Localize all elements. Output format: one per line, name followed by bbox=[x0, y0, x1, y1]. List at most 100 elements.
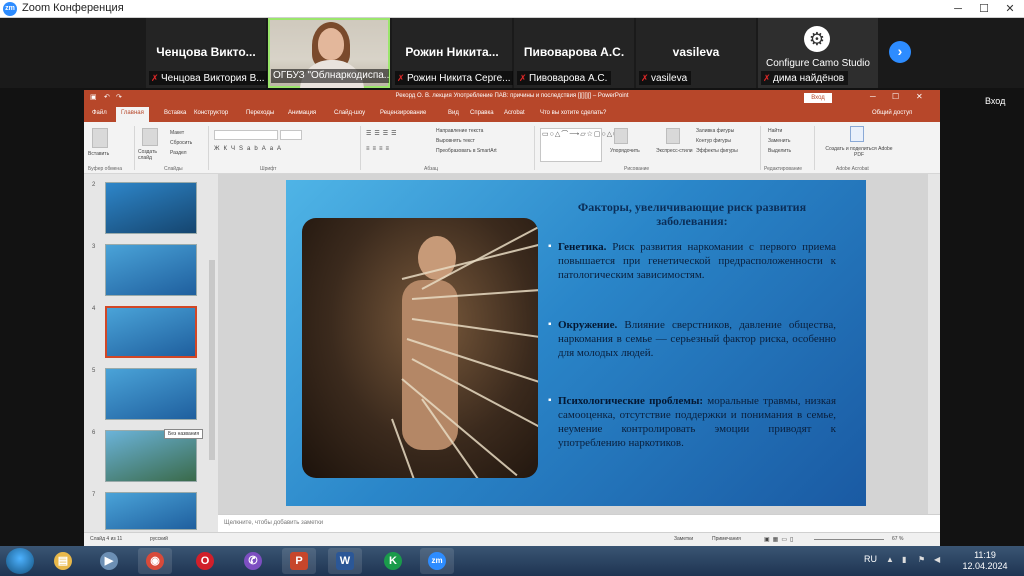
font-family-select[interactable] bbox=[214, 130, 278, 140]
participant-tile[interactable]: Пивоварова А.С. ✗ Пивоварова А.С. bbox=[514, 18, 634, 88]
tab-view[interactable]: Вид bbox=[448, 110, 459, 116]
slide-thumbnail[interactable] bbox=[105, 492, 197, 530]
current-slide[interactable]: Факторы, увеличивающие риск развития заб… bbox=[286, 180, 866, 506]
taskbar-app-word[interactable]: W bbox=[328, 548, 362, 574]
quick-styles-icon[interactable] bbox=[666, 128, 680, 144]
tab-acrobat[interactable]: Acrobat bbox=[504, 110, 525, 116]
arrange-icon[interactable] bbox=[614, 128, 628, 144]
paste-button[interactable]: Вставить bbox=[88, 151, 109, 157]
tab-insert[interactable]: Вставка bbox=[164, 110, 186, 116]
slide-thumbnail[interactable] bbox=[105, 182, 197, 234]
participant-tile-video[interactable]: ОГБУЗ "Облнаркодиспа... bbox=[268, 18, 390, 90]
align-text-button[interactable]: Выровнять текст bbox=[436, 138, 475, 144]
align-buttons[interactable]: ≡≡≡≡ bbox=[366, 146, 392, 152]
tell-me-search[interactable]: Что вы хотите сделать? bbox=[540, 110, 606, 116]
share-button[interactable]: Общий доступ bbox=[872, 110, 912, 116]
taskbar-app-kaspersky[interactable]: K bbox=[376, 548, 410, 574]
font-format-buttons[interactable]: ЖКЧSabAaA bbox=[214, 146, 285, 152]
slide-counter: Слайд 4 из 11 bbox=[90, 536, 123, 542]
adobe-pdf-button[interactable]: Создать и поделиться Adobe PDF bbox=[822, 146, 896, 158]
maximize-icon[interactable]: ☐ bbox=[892, 92, 899, 101]
chevron-right-icon[interactable]: › bbox=[889, 41, 911, 63]
vertical-scrollbar[interactable] bbox=[928, 174, 940, 514]
new-slide-button[interactable]: Создать слайд bbox=[138, 149, 164, 161]
slide-thumbnails: 2 3 4 5 6 7 bbox=[84, 174, 218, 532]
close-icon[interactable]: ✕ bbox=[916, 92, 923, 101]
thumb-number: 7 bbox=[92, 492, 96, 498]
tab-animation[interactable]: Анимация bbox=[288, 110, 316, 116]
exit-label[interactable]: Вход bbox=[985, 96, 1005, 106]
tray-arrow-icon[interactable]: ▲ bbox=[886, 555, 896, 565]
system-clock[interactable]: 11:19 12.04.2024 bbox=[960, 550, 1010, 572]
section-button[interactable]: Раздел bbox=[170, 150, 187, 156]
tab-home[interactable]: Главная bbox=[116, 107, 149, 122]
taskbar-app-viber[interactable]: ✆ bbox=[236, 548, 270, 574]
keyboard-language[interactable]: RU bbox=[864, 554, 877, 564]
status-bar: Слайд 4 из 11 русский Заметки Примечания… bbox=[84, 532, 940, 546]
view-buttons[interactable]: ▣▦▭▯ bbox=[764, 536, 796, 543]
minimize-icon[interactable]: ─ bbox=[946, 0, 970, 18]
new-slide-icon[interactable] bbox=[142, 128, 158, 146]
taskbar-app-media[interactable]: ▶ bbox=[92, 548, 126, 574]
reset-button[interactable]: Сбросить bbox=[170, 140, 192, 146]
zoom-logo-icon: zm bbox=[3, 2, 17, 16]
participant-tile[interactable]: ⚙ Configure Camo Studio ✗ дима найдёнов bbox=[758, 18, 878, 88]
tab-transitions[interactable]: Переходы bbox=[246, 110, 274, 116]
select-button[interactable]: Выделить bbox=[768, 148, 791, 154]
find-button[interactable]: Найти bbox=[768, 128, 782, 134]
login-button[interactable]: Вход bbox=[804, 93, 832, 103]
list-buttons[interactable]: ☰☰☰☰ bbox=[366, 130, 400, 137]
thumbnails-scrollbar[interactable] bbox=[209, 260, 215, 460]
notes-placeholder: Щелкните, чтобы добавить заметки bbox=[224, 520, 324, 526]
taskbar-app-zoom[interactable]: zm bbox=[420, 548, 454, 574]
adobe-pdf-icon[interactable] bbox=[850, 126, 864, 142]
tab-slideshow[interactable]: Слайд-шоу bbox=[334, 110, 365, 116]
slide-thumbnail[interactable] bbox=[105, 368, 197, 420]
bullet-marker-icon: ▪ bbox=[548, 395, 552, 406]
group-slides: Слайды bbox=[164, 166, 183, 172]
participant-tile[interactable]: Ченцова Викто... ✗ Ченцова Виктория В... bbox=[146, 18, 267, 88]
slide-thumbnail-selected[interactable] bbox=[105, 306, 197, 358]
comments-toggle[interactable]: Примечания bbox=[712, 536, 741, 542]
notes-pane[interactable]: Щелкните, чтобы добавить заметки bbox=[218, 514, 940, 532]
start-button[interactable] bbox=[6, 548, 34, 574]
slide-heading: Факторы, увеличивающие риск развития заб… bbox=[577, 200, 807, 228]
arrange-button[interactable]: Упорядочить bbox=[610, 148, 640, 154]
shape-effects-button[interactable]: Эффекты фигуры bbox=[696, 148, 738, 154]
participant-tile[interactable]: Рожин Никита... ✗ Рожин Никита Серге... bbox=[392, 18, 513, 88]
bullet-title: Психологические проблемы: bbox=[558, 395, 704, 407]
slide-thumbnail[interactable] bbox=[105, 244, 197, 296]
taskbar-app-explorer[interactable]: ▤ bbox=[46, 548, 80, 574]
language-indicator[interactable]: русский bbox=[150, 536, 168, 542]
minimize-icon[interactable]: ─ bbox=[870, 92, 876, 101]
shapes-gallery[interactable]: ▭○△⌒⟶▱☆▢○△⬡↔ bbox=[540, 128, 627, 162]
layout-button[interactable]: Макет bbox=[170, 130, 184, 136]
tab-design[interactable]: Конструктор bbox=[194, 110, 228, 116]
volume-icon[interactable]: ◀ bbox=[934, 555, 944, 565]
clock-date: 12.04.2024 bbox=[962, 561, 1008, 571]
maximize-icon[interactable]: ☐ bbox=[972, 0, 996, 18]
close-icon[interactable]: ✕ bbox=[998, 0, 1022, 18]
tab-file[interactable]: Файл bbox=[92, 110, 107, 116]
quick-styles-button[interactable]: Экспресс-стили bbox=[656, 148, 693, 154]
paste-icon[interactable] bbox=[92, 128, 108, 148]
notes-toggle[interactable]: Заметки bbox=[674, 536, 693, 542]
flag-icon[interactable]: ⚑ bbox=[918, 555, 928, 565]
group-drawing: Рисование bbox=[624, 166, 650, 172]
shape-fill-button[interactable]: Заливка фигуры bbox=[696, 128, 734, 134]
network-icon[interactable]: ▮ bbox=[902, 555, 912, 565]
participant-tile[interactable]: vasileva ✗ vasileva bbox=[636, 18, 756, 88]
shape-outline-button[interactable]: Контур фигуры bbox=[696, 138, 731, 144]
text-direction-button[interactable]: Направление текста bbox=[436, 128, 483, 134]
taskbar-app-opera[interactable]: O bbox=[188, 548, 222, 574]
tab-review[interactable]: Рецензирование bbox=[380, 110, 426, 116]
font-size-select[interactable] bbox=[280, 130, 302, 140]
smartart-button[interactable]: Преобразовать в SmartArt bbox=[436, 148, 497, 154]
zoom-slider[interactable] bbox=[814, 539, 884, 540]
zoom-level[interactable]: 67 % bbox=[892, 536, 903, 542]
taskbar-app-chrome[interactable]: ◉ bbox=[138, 548, 172, 574]
tab-help[interactable]: Справка bbox=[470, 110, 494, 116]
replace-button[interactable]: Заменить bbox=[768, 138, 790, 144]
slide-bullet: ▪ Генетика. Риск развития наркомании с п… bbox=[548, 240, 836, 282]
taskbar-app-powerpoint[interactable]: P bbox=[282, 548, 316, 574]
